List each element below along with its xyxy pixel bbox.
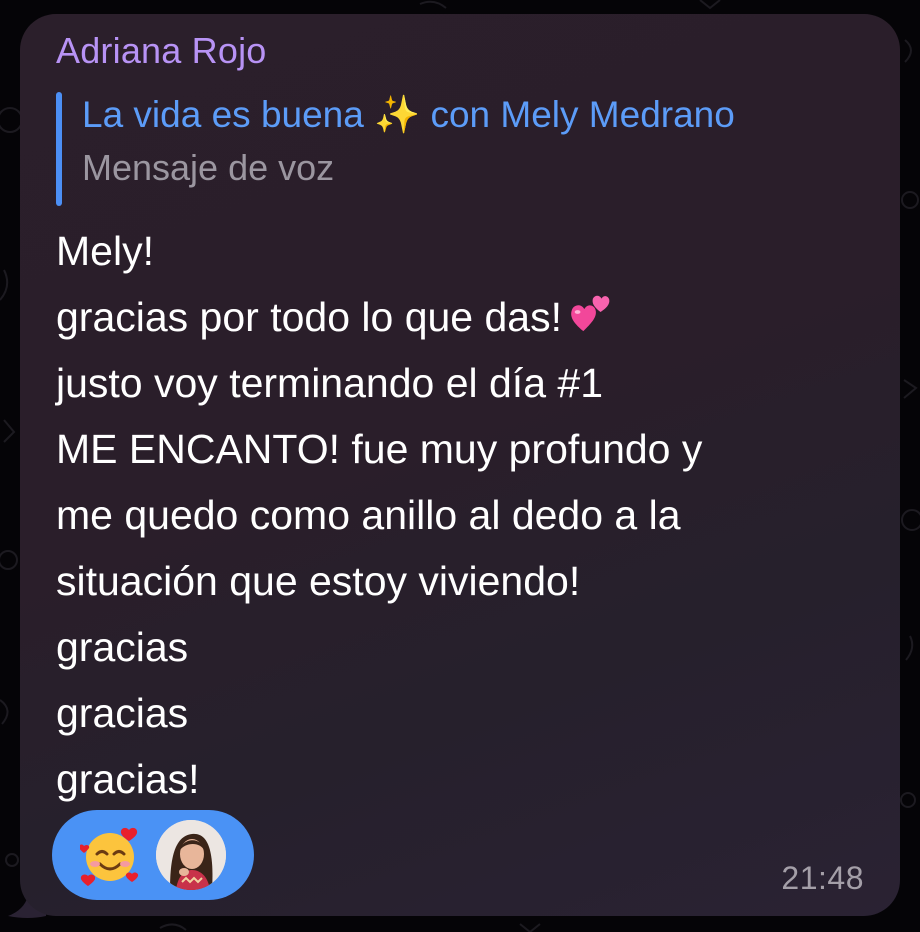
message-line: gracias (56, 624, 189, 670)
reply-subtitle: Mensaje de voz (82, 147, 335, 188)
message-text: Mely! gracias por todo lo que das! justo… (56, 218, 886, 812)
message-line: gracias (56, 690, 189, 736)
message-line-with-emoji: gracias por todo lo que das! (56, 284, 886, 350)
avatar[interactable] (156, 820, 226, 890)
reply-preview[interactable]: La vida es buena ✨ con Mely Medrano Mens… (56, 92, 876, 206)
two-hearts-icon (571, 295, 610, 332)
message-line: ME ENCANTO! fue muy profundo y (56, 426, 703, 472)
message-line: situación que estoy viviendo! (56, 558, 581, 604)
message-line: me quedo como anillo al dedo a la (56, 492, 681, 538)
reaction-pill[interactable] (52, 810, 254, 900)
message-line: justo voy terminando el día #1 (56, 360, 603, 406)
message-bubble[interactable]: Adriana Rojo La vida es buena ✨ con Mely… (20, 14, 900, 916)
sender-name[interactable]: Adriana Rojo (56, 30, 267, 72)
reply-title: La vida es buena ✨ con Mely Medrano (82, 94, 735, 135)
message-line: gracias por todo lo que das! (56, 294, 562, 340)
reply-accent-bar (56, 92, 62, 206)
message-time: 21:48 (781, 860, 864, 896)
message-line: gracias! (56, 756, 200, 802)
avatar-photo (156, 820, 226, 890)
smiling-face-with-hearts-icon (80, 827, 139, 886)
message-line: Mely! (56, 228, 154, 274)
